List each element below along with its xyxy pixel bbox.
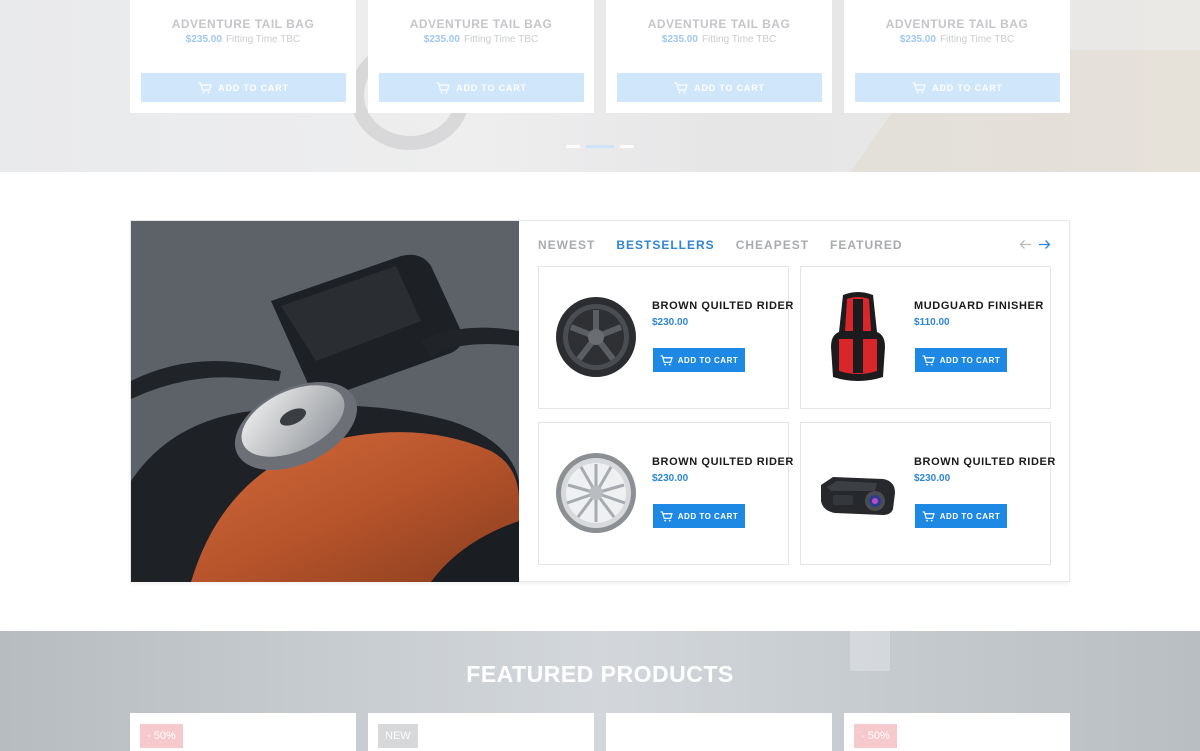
dark-wheel-image bbox=[556, 297, 636, 377]
product-title: ADVENTURE TAIL BAG bbox=[409, 17, 553, 31]
featured-product-card[interactable] bbox=[606, 713, 832, 751]
add-to-cart-button[interactable]: ADD TO CART bbox=[855, 73, 1060, 102]
fitting-note: Fitting Time TBC bbox=[225, 34, 301, 45]
add-to-cart-label: ADD TO CART bbox=[694, 82, 765, 93]
add-to-cart-button[interactable]: ADD TO CART bbox=[653, 504, 745, 528]
featured-products-section: FEATURED PRODUCTS - 50% NEW - 50% bbox=[0, 631, 1200, 751]
product-card: ADVENTURE TAIL BAG $235.00 Fitting Time T… bbox=[606, 0, 832, 113]
tab-navigation bbox=[1019, 238, 1051, 251]
product-tile: MUDGUARD FINISHER $110.00 ADD TO CART bbox=[800, 266, 1051, 409]
carousel-dot-active[interactable] bbox=[586, 145, 614, 148]
add-to-cart-button[interactable]: ADD TO CART bbox=[653, 348, 745, 372]
add-to-cart-button[interactable]: ADD TO CART bbox=[617, 73, 822, 102]
silver-wheel-image bbox=[556, 453, 636, 533]
tabbed-products-block: NEWEST BESTSELLERS CHEAPEST FEATURED BRO… bbox=[130, 220, 1070, 582]
tab-featured[interactable]: FEATURED bbox=[830, 238, 902, 252]
product-card: ADVENTURE TAIL BAG $235.00 Fitting Time T… bbox=[368, 0, 594, 113]
product-card: ADVENTURE TAIL BAG $235.00 Fitting Time T… bbox=[130, 0, 356, 113]
add-to-cart-label: ADD TO CART bbox=[456, 82, 527, 93]
fitting-note: Fitting Time TBC bbox=[939, 34, 1015, 45]
fitting-note: Fitting Time TBC bbox=[463, 34, 539, 45]
add-to-cart-label: ADD TO CART bbox=[939, 355, 1001, 365]
product-meta: $235.00 Fitting Time TBC bbox=[844, 34, 1070, 45]
product-tile: BROWN QUILTED RIDER $230.00 ADD TO CART bbox=[538, 266, 793, 409]
motorcycle-banner-image bbox=[131, 221, 519, 582]
sale-badge: - 50% bbox=[854, 724, 897, 748]
sale-badge: - 50% bbox=[140, 724, 183, 748]
product-name[interactable]: BROWN QUILTED RIDER bbox=[652, 456, 794, 468]
fitting-note: Fitting Time TBC bbox=[701, 34, 777, 45]
product-card: ADVENTURE TAIL BAG $235.00 Fitting Time T… bbox=[844, 0, 1070, 113]
product-meta: $235.00 Fitting Time TBC bbox=[606, 34, 832, 45]
top-carousel-band: ADVENTURE TAIL BAG $235.00 Fitting Time T… bbox=[0, 0, 1200, 172]
add-to-cart-button[interactable]: ADD TO CART bbox=[915, 348, 1007, 372]
product-name[interactable]: BROWN QUILTED RIDER bbox=[652, 300, 794, 312]
featured-product-card[interactable]: - 50% bbox=[844, 713, 1070, 751]
motorcycle-tank-illustration bbox=[131, 221, 519, 582]
add-to-cart-label: ADD TO CART bbox=[939, 511, 1001, 521]
add-to-cart-button[interactable]: ADD TO CART bbox=[915, 504, 1007, 528]
product-tile: BROWN QUILTED RIDER $230.00 ADD TO CART bbox=[800, 422, 1055, 565]
cart-icon bbox=[660, 354, 673, 366]
cart-icon bbox=[912, 81, 926, 93]
product-price: $235.00 bbox=[185, 34, 222, 45]
add-to-cart-label: ADD TO CART bbox=[218, 82, 289, 93]
carousel-dot[interactable] bbox=[620, 145, 634, 148]
arrow-left-icon[interactable] bbox=[1019, 238, 1032, 251]
cart-icon bbox=[922, 354, 935, 366]
product-tabs: NEWEST BESTSELLERS CHEAPEST FEATURED bbox=[538, 238, 903, 252]
product-name[interactable]: MUDGUARD FINISHER bbox=[914, 300, 1044, 312]
red-seat-image bbox=[831, 292, 885, 381]
product-meta: $235.00 Fitting Time TBC bbox=[130, 34, 356, 45]
cart-icon bbox=[660, 510, 673, 522]
featured-product-card[interactable]: - 50% bbox=[130, 713, 356, 751]
product-name[interactable]: BROWN QUILTED RIDER bbox=[914, 456, 1056, 468]
tab-bestsellers[interactable]: BESTSELLERS bbox=[616, 238, 714, 252]
add-to-cart-label: ADD TO CART bbox=[677, 511, 739, 521]
add-to-cart-label: ADD TO CART bbox=[932, 82, 1003, 93]
section-title: FEATURED PRODUCTS bbox=[466, 661, 734, 687]
product-price: $230.00 bbox=[914, 473, 951, 484]
product-price: $110.00 bbox=[914, 317, 950, 328]
arrow-right-icon[interactable] bbox=[1038, 238, 1051, 251]
product-price: $230.00 bbox=[652, 473, 689, 484]
cart-icon bbox=[436, 81, 450, 93]
featured-product-card[interactable]: NEW bbox=[368, 713, 594, 751]
cart-icon bbox=[922, 510, 935, 522]
product-price: $230.00 bbox=[652, 317, 689, 328]
cart-icon bbox=[198, 81, 212, 93]
add-to-cart-button[interactable]: ADD TO CART bbox=[379, 73, 584, 102]
new-badge: NEW bbox=[378, 724, 418, 748]
product-price: $235.00 bbox=[423, 34, 460, 45]
carousel-dot[interactable] bbox=[566, 145, 580, 148]
product-tile: BROWN QUILTED RIDER $230.00 ADD TO CART bbox=[538, 422, 793, 565]
carousel-pagination bbox=[566, 145, 634, 148]
product-meta: $235.00 Fitting Time TBC bbox=[368, 34, 594, 45]
cart-icon bbox=[674, 81, 688, 93]
product-title: ADVENTURE TAIL BAG bbox=[885, 17, 1029, 31]
dash-camera-image bbox=[821, 477, 895, 515]
add-to-cart-label: ADD TO CART bbox=[677, 355, 739, 365]
tab-cheapest[interactable]: CHEAPEST bbox=[736, 238, 809, 252]
product-title: ADVENTURE TAIL BAG bbox=[647, 17, 791, 31]
add-to-cart-button[interactable]: ADD TO CART bbox=[141, 73, 346, 102]
product-price: $235.00 bbox=[661, 34, 698, 45]
product-price: $235.00 bbox=[899, 34, 936, 45]
product-title: ADVENTURE TAIL BAG bbox=[171, 17, 315, 31]
tab-newest[interactable]: NEWEST bbox=[538, 238, 595, 252]
